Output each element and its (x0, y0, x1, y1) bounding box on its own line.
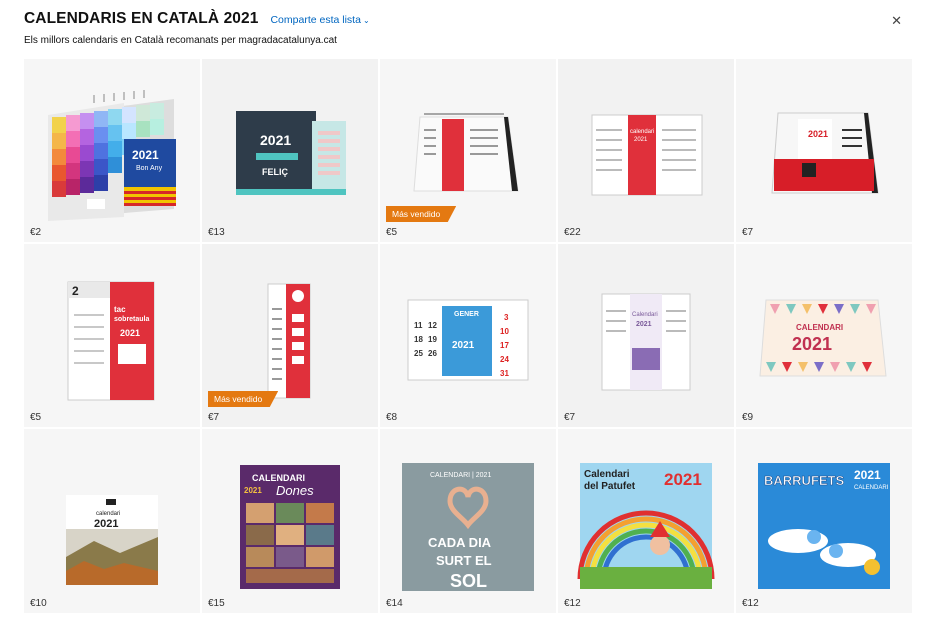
product-tile[interactable]: 2021 FELIÇ €13 (202, 59, 378, 242)
svg-text:19: 19 (428, 335, 437, 344)
share-list-label: Comparte esta lista (270, 14, 361, 26)
product-image[interactable]: 2021 (736, 59, 912, 225)
product-price: €7 (742, 227, 754, 238)
product-tile[interactable]: GENER 2021 11 18 25 12 19 26 3 10 17 24 31 €8 (380, 244, 556, 427)
cover-year: 2021 (132, 148, 159, 162)
product-tile[interactable]: CALENDARI 2021 €9 (736, 244, 912, 427)
cover-year: 2021 (244, 486, 262, 495)
product-grid: 2021 Bon Any €2 2021 FELIÇ €13 Más vendi… (24, 59, 912, 625)
product-price: €12 (564, 598, 581, 609)
svg-text:24: 24 (500, 355, 509, 364)
cover-year: 2021 (792, 334, 832, 354)
svg-text:18: 18 (414, 335, 423, 344)
cover-year: 2021 (664, 470, 702, 489)
product-image[interactable]: calendari 2021 (24, 429, 200, 595)
product-price: €5 (30, 412, 42, 423)
product-price: €7 (564, 412, 576, 423)
svg-text:25: 25 (414, 349, 423, 358)
product-tile[interactable]: BARRUFETS 2021 CALENDARI €12 (736, 429, 912, 613)
product-price: €2 (30, 227, 42, 238)
chevron-down-icon: ⌄ (362, 15, 370, 25)
cover-text: CALENDARI (252, 473, 305, 483)
product-tile[interactable]: Más vendido €7 (202, 244, 378, 427)
svg-text:11: 11 (414, 321, 423, 330)
product-tile[interactable]: 2 tac sobretaula 2021 €5 (24, 244, 200, 427)
product-image[interactable]: CALENDARI | 2021 CADA DIA SURT EL SOL (380, 429, 556, 595)
cover-text: Bon Any (136, 165, 163, 172)
cover-text: SOL (450, 571, 487, 591)
product-price: €12 (742, 598, 759, 609)
cover-text: del Patufet (584, 481, 636, 492)
cover-text: CALENDARI (854, 485, 889, 491)
product-image[interactable]: calendari 2021 (558, 59, 734, 225)
svg-text:26: 26 (428, 349, 437, 358)
product-price: €14 (386, 598, 403, 609)
cover-year: 2021 (120, 328, 140, 338)
cover-text: FELIÇ (262, 167, 288, 177)
svg-text:12: 12 (428, 321, 437, 330)
cover-year: 2021 (94, 518, 118, 530)
product-tile[interactable]: calendari 2021 €10 (24, 429, 200, 613)
product-price: €15 (208, 598, 225, 609)
cover-text: CALENDARI | 2021 (430, 472, 491, 479)
product-image[interactable]: CALENDARI 2021 (736, 244, 912, 410)
cover-year: 2021 (854, 468, 881, 482)
svg-text:31: 31 (500, 369, 509, 378)
share-list-link[interactable]: Comparte esta lista ⌄ (270, 14, 369, 26)
product-image[interactable]: GENER 2021 11 18 25 12 19 26 3 10 17 24 31 (380, 244, 556, 410)
product-price: €8 (386, 412, 398, 423)
title-row: CALENDARIS EN CATALÀ 2021 Comparte esta … (24, 10, 902, 28)
product-tile[interactable]: CALENDARI | 2021 CADA DIA SURT EL SOL €1… (380, 429, 556, 613)
list-title: CALENDARIS EN CATALÀ 2021 (24, 10, 259, 27)
product-image[interactable] (380, 59, 556, 225)
cover-year: 2021 (636, 321, 652, 328)
cover-text: CALENDARI (796, 323, 843, 332)
product-image[interactable]: 2 tac sobretaula 2021 (24, 244, 200, 410)
product-tile[interactable]: 2021 Bon Any €2 (24, 59, 200, 242)
best-seller-badge: Más vendido (386, 206, 457, 222)
cover-text: SURT EL (436, 553, 492, 568)
list-header: CALENDARIS EN CATALÀ 2021 Comparte esta … (24, 10, 902, 50)
cover-day: 2 (72, 284, 79, 298)
close-icon[interactable]: ✕ (891, 14, 902, 27)
cover-year: 2021 (260, 132, 291, 148)
product-tile[interactable]: Más vendido €5 (380, 59, 556, 242)
product-price: €5 (386, 227, 398, 238)
product-image[interactable]: Calendari 2021 (558, 244, 734, 410)
cover-year: 2021 (634, 137, 648, 143)
svg-text:3: 3 (504, 313, 509, 322)
product-price: €7 (208, 412, 220, 423)
product-price: €9 (742, 412, 754, 423)
cover-text: calendari (630, 129, 654, 135)
product-image[interactable]: 2021 FELIÇ (202, 59, 378, 225)
product-tile[interactable]: Calendari 2021 €7 (558, 244, 734, 427)
product-tile[interactable]: calendari 2021 €22 (558, 59, 734, 242)
product-price: €10 (30, 598, 47, 609)
svg-text:17: 17 (500, 341, 509, 350)
cover-text: CADA DIA (428, 535, 492, 550)
product-tile[interactable]: 2021 €7 (736, 59, 912, 242)
cover-text: GENER (454, 311, 479, 318)
best-seller-badge: Más vendido (208, 391, 279, 407)
cover-text: calendari (96, 511, 120, 517)
product-image[interactable]: 2021 Bon Any (24, 59, 200, 225)
svg-text:10: 10 (500, 327, 509, 336)
product-image[interactable]: BARRUFETS 2021 CALENDARI (736, 429, 912, 595)
cover-year: 2021 (452, 340, 475, 351)
product-tile[interactable]: Calendari del Patufet 2021 €12 (558, 429, 734, 613)
cover-text: tac (114, 305, 126, 314)
list-subtitle: Els millors calendaris en Català recoman… (24, 35, 337, 46)
product-image[interactable]: CALENDARI 2021 Dones (202, 429, 378, 595)
product-price: €13 (208, 227, 225, 238)
cover-text: sobretaula (114, 316, 150, 323)
product-image[interactable]: Calendari del Patufet 2021 (558, 429, 734, 595)
cover-text: BARRUFETS (764, 473, 844, 488)
product-tile[interactable]: CALENDARI 2021 Dones €15 (202, 429, 378, 613)
cover-year: 2021 (808, 129, 828, 139)
product-image[interactable] (202, 244, 378, 410)
product-price: €22 (564, 227, 581, 238)
cover-text: Calendari (584, 469, 630, 480)
cover-text: Calendari (632, 312, 658, 318)
cover-text: Dones (276, 483, 314, 498)
